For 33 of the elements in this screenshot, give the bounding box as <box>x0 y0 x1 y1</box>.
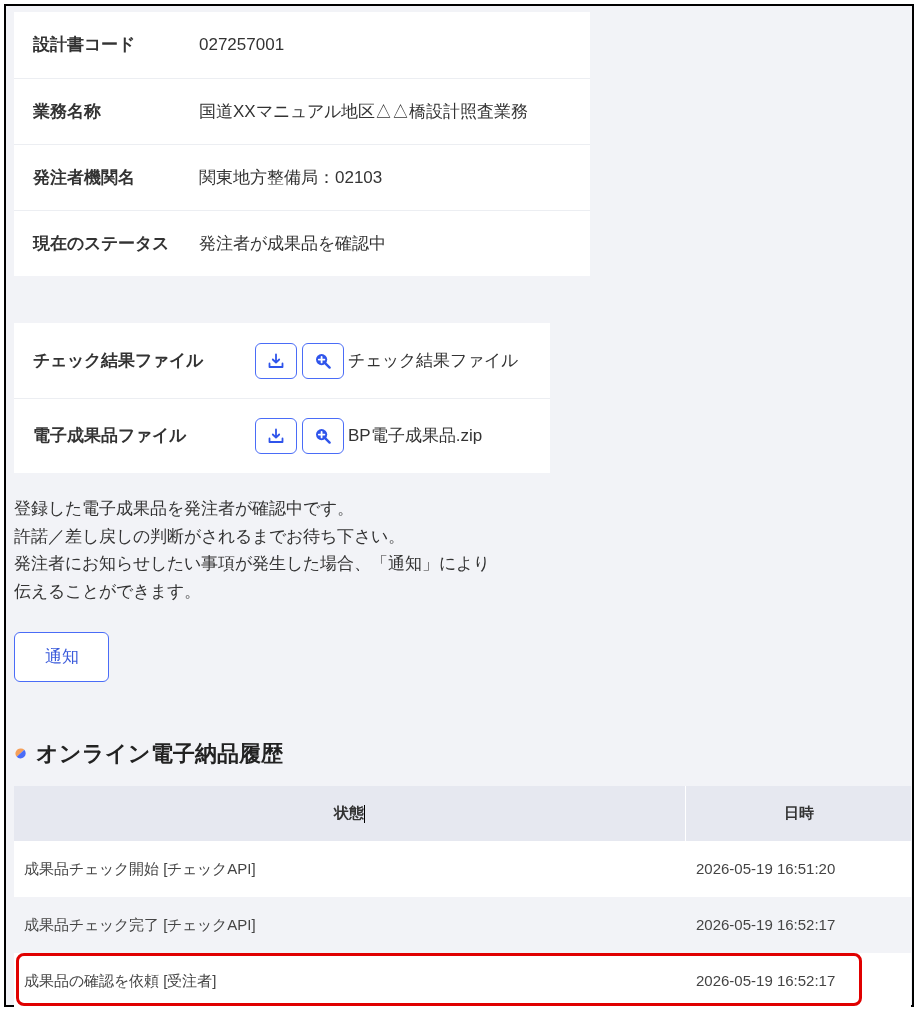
status-cell-text: 成果品チェック完了 [チェックAPI] <box>23 914 257 935</box>
download-button[interactable] <box>255 342 297 379</box>
section-dot-icon <box>15 748 26 759</box>
status-cell-text: 成果品の確認を依頼 [受注者] <box>23 970 218 991</box>
section-heading: オンライン電子納品履歴 <box>36 740 283 768</box>
download-icon <box>268 428 284 444</box>
text-cursor-icon <box>364 804 365 823</box>
info-label: 発注者機関名 <box>32 166 136 189</box>
file-name: BP電子成果品.zip <box>348 425 483 448</box>
preview-button[interactable] <box>302 342 344 379</box>
datetime-cell-text: 2026-05-19 16:51:20 <box>695 858 836 879</box>
download-icon <box>268 352 284 369</box>
file-label: チェック結果ファイル <box>32 349 205 372</box>
info-value: 発注者が成果品を確認中 <box>199 232 386 255</box>
notify-button[interactable]: 通知 <box>14 632 109 682</box>
file-name: チェック結果ファイル <box>348 349 518 372</box>
info-value: 027257001 <box>199 34 285 57</box>
info-value: 関東地方整備局：02103 <box>199 166 383 189</box>
info-label: 現在のステータス <box>31 232 170 255</box>
download-button[interactable] <box>255 418 297 454</box>
file-label: 電子成果品ファイル <box>32 425 188 448</box>
info-label: 設計書コード <box>32 34 136 57</box>
datetime-cell-text: 2026-05-19 16:52:17 <box>695 970 836 991</box>
preview-button[interactable] <box>302 418 344 454</box>
status-message: 登録した電子成果品を発注者が確認中です。 許諾／差し戻しの判断がされるまでお待ち下さい。 発注者にお知らせしたい事項が発生した場合、「通知」により 伝えることができます。 <box>14 498 490 603</box>
column-header: 状態 <box>334 803 364 824</box>
zoom-in-icon <box>315 428 331 444</box>
datetime-cell-text: 2026-05-19 16:52:17 <box>695 914 836 935</box>
zoom-in-icon <box>315 352 331 369</box>
info-label: 業務名称 <box>32 100 102 123</box>
column-header: 日時 <box>783 803 814 824</box>
status-cell-text: 成果品チェック開始 [チェックAPI] <box>23 858 257 879</box>
info-value: 国道XXマニュアル地区△△橋設計照査業務 <box>199 100 528 123</box>
